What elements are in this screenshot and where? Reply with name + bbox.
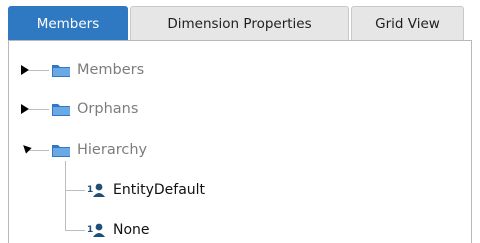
folder-icon <box>52 65 70 77</box>
svg-text:1: 1 <box>87 185 93 195</box>
tree-connector <box>29 70 49 71</box>
tree-connector <box>65 161 66 231</box>
tree-node-label: Orphans <box>77 101 139 117</box>
tree-node-entitydefault[interactable]: 1 EntityDefault <box>87 178 205 202</box>
member-icon: 1 <box>87 183 105 197</box>
tree-node-label: Hierarchy <box>77 142 148 158</box>
svg-text:1: 1 <box>87 225 93 235</box>
tab-grid-view[interactable]: Grid View <box>351 6 464 40</box>
tree-node-label: EntityDefault <box>113 182 206 198</box>
expand-members-toggle[interactable] <box>21 65 29 75</box>
tree-node-orphans[interactable]: Orphans <box>51 97 138 121</box>
tree-connector <box>65 230 85 231</box>
tree-node-hierarchy[interactable]: Hierarchy <box>51 138 147 162</box>
tree-node-label: Members <box>77 62 145 78</box>
folder-icon <box>52 145 70 157</box>
tree-node-members[interactable]: Members <box>51 58 144 82</box>
tab-members[interactable]: Members <box>8 6 128 40</box>
folder-icon <box>52 104 70 116</box>
tree-connector <box>29 150 49 151</box>
collapse-hierarchy-toggle[interactable] <box>20 142 32 154</box>
tree-node-none[interactable]: 1 None <box>87 218 150 242</box>
expand-orphans-toggle[interactable] <box>21 104 29 114</box>
member-icon: 1 <box>87 223 105 237</box>
tree-connector <box>29 109 49 110</box>
members-tree-panel: Members Orphans Hierarchy 1 EntityDefaul… <box>8 40 472 243</box>
tab-dimension-properties[interactable]: Dimension Properties <box>130 6 349 40</box>
tab-bar: Members Dimension Properties Grid View <box>0 0 480 44</box>
tree-connector <box>65 190 85 191</box>
tree-node-label: None <box>113 222 150 238</box>
